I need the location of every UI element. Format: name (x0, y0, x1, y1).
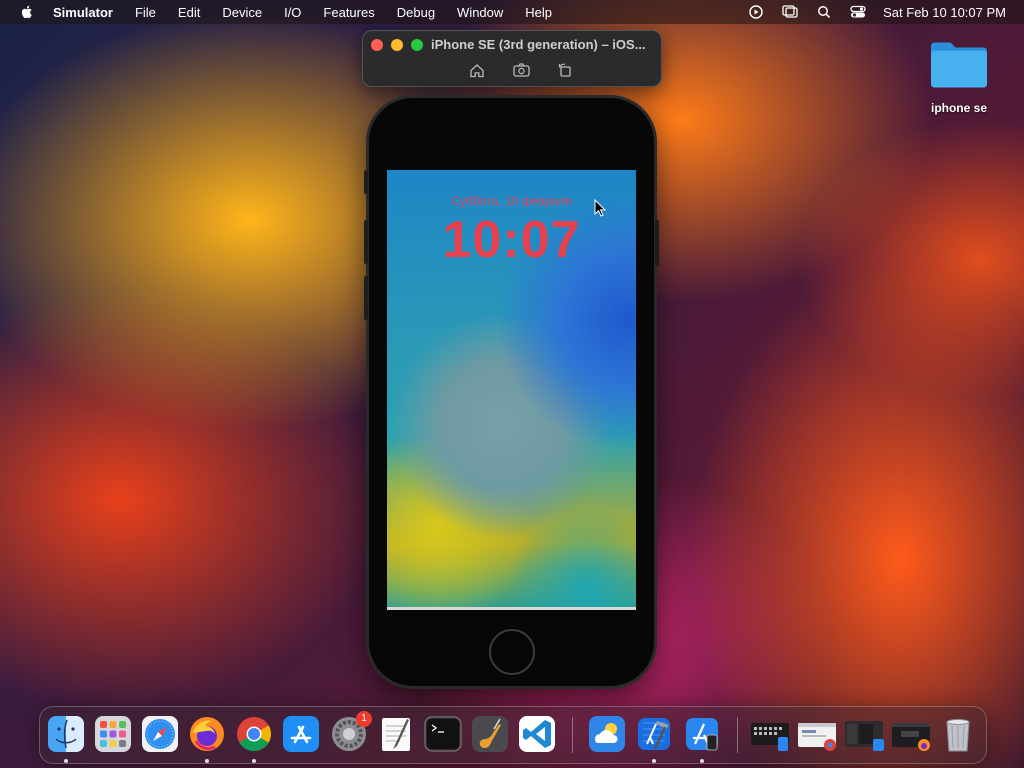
iphone-device-frame: Суббота, 10 февраля 10:07 (364, 98, 659, 686)
dock-safari[interactable] (141, 715, 179, 753)
spotlight-search-icon[interactable] (815, 4, 833, 20)
menu-window[interactable]: Window (457, 5, 503, 20)
minimized-window-icon (751, 723, 789, 751)
control-center-icon[interactable] (849, 4, 867, 20)
folder-label: iphone se (930, 101, 987, 115)
screen-recording-icon[interactable] (747, 4, 765, 20)
dock-xcode[interactable] (635, 715, 673, 763)
app-store-icon (283, 716, 319, 752)
dock-weather[interactable] (588, 715, 626, 753)
mouse-cursor-icon (594, 199, 606, 217)
apple-icon[interactable] (19, 4, 35, 20)
dock-chrome[interactable] (235, 715, 273, 763)
dock-launchpad[interactable] (94, 715, 132, 753)
dock-vscode[interactable] (518, 715, 556, 753)
running-indicator (205, 759, 209, 763)
running-indicator (252, 759, 256, 763)
dock-minimized-window-2[interactable] (797, 715, 839, 753)
dock-minimized-window-1[interactable] (750, 715, 792, 753)
finder-icon (48, 716, 84, 752)
lock-screen-time: 10:07 (442, 211, 581, 269)
dock-separator (737, 717, 738, 753)
minimized-window-icon (798, 723, 836, 751)
menu-app-name[interactable]: Simulator (53, 5, 113, 20)
running-indicator (700, 759, 704, 763)
dock-app-store[interactable] (282, 715, 320, 753)
dock-finder[interactable] (47, 715, 85, 763)
window-controls (371, 39, 431, 51)
close-window-button[interactable] (371, 39, 383, 51)
notification-badge: 1 (356, 711, 372, 727)
simulator-toolbar (467, 61, 599, 79)
dock-simulator[interactable] (683, 715, 721, 763)
menu-help[interactable]: Help (525, 5, 552, 20)
screenshot-camera-icon[interactable] (511, 61, 531, 79)
dock-trash[interactable] (939, 715, 977, 753)
minimized-window-icon (892, 723, 930, 751)
rotate-device-icon[interactable] (555, 61, 575, 79)
menu-extras: Sat Feb 10 10:07 PM (731, 0, 1006, 24)
dock-terminal[interactable] (424, 715, 462, 753)
launchpad-icon (95, 716, 131, 752)
safari-icon (142, 716, 178, 752)
mute-switch[interactable] (364, 170, 368, 194)
menu-file[interactable]: File (135, 5, 156, 20)
running-indicator (652, 759, 656, 763)
chrome-icon (237, 717, 271, 751)
volume-down-button[interactable] (364, 276, 368, 320)
side-power-button[interactable] (655, 220, 659, 266)
menu-device[interactable]: Device (222, 5, 262, 20)
volume-up-button[interactable] (364, 220, 368, 264)
firefox-icon (190, 717, 224, 751)
dock-garageband[interactable] (471, 715, 509, 753)
home-button-icon[interactable] (467, 61, 487, 79)
weather-icon (589, 716, 625, 752)
dock-textedit[interactable] (377, 715, 415, 753)
dock-minimized-window-4[interactable] (891, 715, 933, 753)
desktop-folder[interactable]: iphone se (918, 38, 1000, 115)
simulator-icon (686, 718, 718, 751)
folder-icon (931, 42, 987, 88)
xcode-icon (638, 718, 670, 750)
dock-firefox[interactable] (188, 715, 226, 763)
dock: 1 (39, 706, 987, 764)
dock-system-settings[interactable]: 1 (330, 711, 372, 753)
menu-edit[interactable]: Edit (178, 5, 200, 20)
minimize-window-button[interactable] (391, 39, 403, 51)
minimized-window-icon (845, 721, 884, 751)
dock-minimized-window-3[interactable] (844, 715, 886, 753)
terminal-icon (424, 716, 462, 752)
vscode-icon (519, 716, 555, 752)
screen-bottom-edge (387, 607, 636, 610)
dock-separator (572, 717, 573, 753)
menu-debug[interactable]: Debug (397, 5, 435, 20)
stage-manager-icon[interactable] (781, 4, 799, 20)
textedit-icon (382, 718, 410, 751)
menu-io[interactable]: I/O (284, 5, 301, 20)
running-indicator (64, 759, 68, 763)
menu-features[interactable]: Features (323, 5, 374, 20)
zoom-window-button[interactable] (411, 39, 423, 51)
simulator-window-title: iPhone SE (3rd generation) – iOS... (431, 37, 646, 52)
menu-bar: Simulator File Edit Device I/O Features … (0, 0, 1024, 24)
menu-clock[interactable]: Sat Feb 10 10:07 PM (883, 5, 1006, 20)
iphone-home-button[interactable] (489, 629, 535, 675)
simulator-window-titlebar[interactable]: iPhone SE (3rd generation) – iOS... (362, 30, 662, 87)
garageband-icon (472, 716, 508, 752)
trash-icon (946, 719, 970, 752)
iphone-lock-screen[interactable]: Суббота, 10 февраля 10:07 (387, 170, 636, 610)
